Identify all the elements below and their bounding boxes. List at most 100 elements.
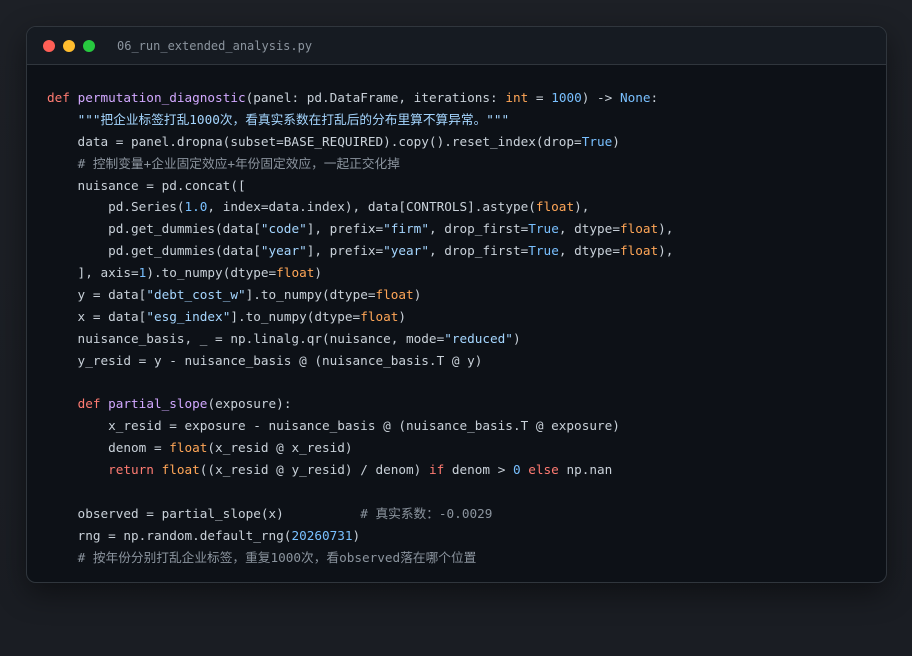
code-token: , drop_first= — [428, 243, 529, 259]
code-token: 1.0 — [184, 199, 208, 215]
code-line: def partial_slope(exposure): — [47, 393, 673, 415]
code-token: , dtype= — [558, 221, 620, 237]
code-token: pd.get_dummies(data[ — [47, 221, 261, 237]
code-token: "firm" — [383, 221, 429, 237]
code-token: pd.Series( — [47, 199, 185, 215]
code-token: """把企业标签打乱1000次，看真实系数在打乱后的分布里算不算异常。""" — [77, 111, 510, 127]
code-token: True — [528, 221, 559, 237]
code-line: """把企业标签打乱1000次，看真实系数在打乱后的分布里算不算异常。""" — [47, 109, 673, 131]
code-token: x = data[ — [47, 308, 147, 324]
code-token: nuisance_basis, _ = np.linalg.qr(nuisanc… — [47, 330, 445, 346]
close-dot-icon[interactable] — [43, 39, 55, 52]
code-line: y_resid = y - nuisance_basis @ (nuisance… — [47, 350, 673, 372]
code-line: return float((x_resid @ y_resid) / denom… — [47, 459, 673, 481]
code-token: 1000 — [551, 90, 582, 105]
code-token: permutation_diagnostic — [77, 90, 246, 105]
code-token: ) -> — [581, 90, 620, 105]
code-line: y = data["debt_cost_w"].to_numpy(dtype=f… — [47, 284, 673, 306]
code-token: ), — [574, 199, 590, 215]
code-token: ) — [352, 527, 361, 543]
code-token: int — [505, 90, 529, 105]
minimize-dot-icon[interactable] — [63, 39, 75, 52]
code-token: y_resid = y - nuisance_basis @ (nuisance… — [47, 352, 483, 368]
code-line: pd.Series(1.0, index=data.index), data[C… — [47, 196, 673, 218]
code-token: ) — [413, 287, 422, 303]
code-token: ].to_numpy(dtype= — [230, 308, 361, 324]
code-line: denom = float(x_resid @ x_resid) — [47, 437, 673, 459]
code-token: denom = — [47, 440, 170, 456]
code-token: True — [581, 133, 613, 149]
code-line: # 按年份分别打乱企业标签，重复1000次，看observed落在哪个位置 — [47, 547, 673, 569]
code-token: 20260731 — [291, 527, 353, 543]
code-token: def — [77, 396, 109, 412]
code-token: denom > — [444, 462, 513, 478]
code-token: else — [528, 462, 559, 478]
code-token: , drop_first= — [428, 221, 529, 237]
code-token: ) — [512, 330, 521, 346]
code-token: "year" — [383, 243, 429, 259]
code-line: nuisance = pd.concat([ — [47, 175, 673, 197]
code-line: ], axis=1).to_numpy(dtype=float) — [47, 262, 673, 284]
code-token: ], prefix= — [306, 243, 384, 259]
code-token: # 按年份分别打乱企业标签，重复1000次，看observed落在哪个位置 — [77, 549, 477, 565]
code-token: float — [619, 243, 659, 259]
code-token: ].to_numpy(dtype= — [245, 287, 376, 303]
code-token: (panel: pd.DataFrame, iterations: — [245, 90, 506, 105]
code-token: float — [619, 221, 659, 237]
code-token: float — [276, 265, 315, 281]
code-block: def permutation_diagnostic(panel: pd.Dat… — [47, 87, 673, 569]
code-token: rng = np.random.default_rng( — [47, 527, 292, 543]
code-token: ), — [658, 243, 674, 259]
title-bar: 06_run_extended_analysis.py — [27, 27, 886, 65]
code-line: pd.get_dummies(data["year"], prefix="yea… — [47, 240, 673, 262]
code-token: float — [169, 440, 208, 456]
code-token: , dtype= — [558, 243, 620, 259]
code-token: ], axis= — [47, 265, 139, 281]
code-token: None — [619, 90, 651, 105]
code-token: # 控制变量+企业固定效应+年份固定效应，一起正交化掉 — [77, 155, 400, 171]
code-token: nuisance = pd.concat([ — [47, 177, 246, 193]
code-line: x = data["esg_index"].to_numpy(dtype=flo… — [47, 306, 673, 328]
code-line: rng = np.random.default_rng(20260731) — [47, 525, 673, 547]
code-window: 06_run_extended_analysis.py def permutat… — [26, 26, 887, 583]
code-token: return — [108, 462, 162, 478]
code-token: np.nan — [558, 462, 613, 478]
code-token: ((x_resid @ y_resid) / denom) — [199, 462, 429, 478]
code-token: float — [161, 462, 200, 478]
code-token: "code" — [260, 221, 307, 237]
code-token: ) — [398, 308, 407, 324]
code-token: ).to_numpy(dtype= — [146, 265, 277, 281]
code-line: def permutation_diagnostic(panel: pd.Dat… — [47, 87, 673, 109]
code-token: "debt_cost_w" — [146, 287, 246, 303]
code-token: ], prefix= — [306, 221, 384, 237]
code-token: 0 — [512, 462, 521, 478]
code-line: observed = partial_slope(x) # 真实系数：-0.00… — [47, 503, 673, 525]
code-token: def — [47, 90, 78, 105]
code-token: observed = partial_slope(x) — [47, 505, 361, 521]
code-token: float — [535, 199, 575, 215]
file-name: 06_run_extended_analysis.py — [117, 38, 313, 53]
code-token: "year" — [260, 243, 307, 259]
code-token: if — [428, 462, 445, 478]
code-line: x_resid = exposure - nuisance_basis @ (n… — [47, 415, 673, 437]
code-token: = — [528, 90, 552, 105]
maximize-dot-icon[interactable] — [83, 39, 95, 52]
code-line: pd.get_dummies(data["code"], prefix="fir… — [47, 218, 673, 240]
code-line: data = panel.dropna(subset=BASE_REQUIRED… — [47, 131, 673, 153]
code-token: pd.get_dummies(data[ — [47, 243, 261, 259]
code-token: True — [528, 243, 559, 259]
code-token: ) — [612, 133, 620, 149]
code-token: , index=data.index), data[CONTROLS].asty… — [207, 199, 536, 215]
code-token: x_resid = exposure - nuisance_basis @ (n… — [47, 418, 620, 434]
code-token: (exposure): — [207, 396, 292, 412]
code-token: # 真实系数：-0.0029 — [360, 505, 493, 521]
code-token: (x_resid @ x_resid) — [207, 440, 353, 456]
code-token: "esg_index" — [146, 308, 231, 324]
code-line: nuisance_basis, _ = np.linalg.qr(nuisanc… — [47, 328, 673, 350]
